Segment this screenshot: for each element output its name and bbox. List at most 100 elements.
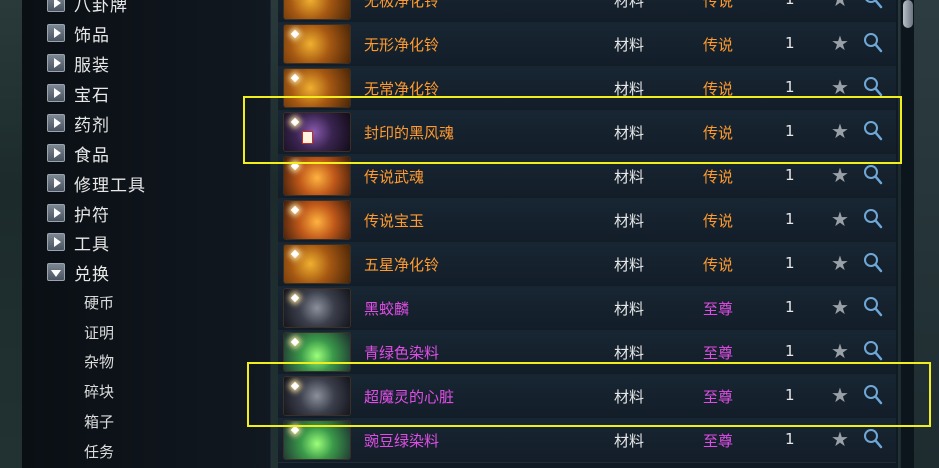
star-icon[interactable]: ★ (831, 427, 849, 451)
item-grade: 传说 (703, 80, 734, 98)
scrollbar-thumb[interactable] (903, 0, 913, 28)
category-label: 药剂 (74, 115, 110, 136)
item-grade: 至尊 (703, 300, 734, 318)
item-row[interactable]: 传说宝玉 材料 传说 1 ★ (278, 198, 896, 243)
collapsed-arrow-icon[interactable] (47, 144, 65, 162)
subcategory-item[interactable]: 箱子 (84, 411, 114, 432)
magnifier-icon[interactable] (863, 428, 883, 450)
magnifier-icon[interactable] (863, 296, 883, 318)
scrollbar[interactable] (900, 0, 915, 468)
magnifier-icon[interactable] (863, 32, 883, 54)
item-thumbnail (283, 376, 351, 416)
item-row[interactable]: 超魔灵的心脏 材料 至尊 1 ★ (278, 374, 896, 419)
subcategory-item[interactable]: 碎块 (84, 381, 114, 402)
item-grade: 传说 (703, 256, 734, 274)
right-edge-background (914, 0, 939, 468)
item-row[interactable]: 无形净化铃 材料 传说 1 ★ (278, 22, 896, 67)
subcategory-item[interactable]: 证明 (84, 322, 114, 343)
category-3[interactable]: 宝石 (47, 80, 110, 106)
category-6[interactable]: 修理工具 (47, 170, 146, 196)
item-grade: 传说 (703, 0, 734, 10)
item-row[interactable]: 传说武魂 材料 传说 1 ★ (278, 154, 896, 199)
collapsed-arrow-icon[interactable] (47, 24, 65, 42)
category-label: 工具 (74, 234, 110, 255)
item-name: 超魔灵的心脏 (364, 388, 455, 406)
item-type: 材料 (614, 124, 645, 142)
star-icon[interactable]: ★ (831, 119, 849, 143)
item-grade: 传说 (703, 168, 734, 186)
sparkle-icon (290, 381, 300, 391)
sparkle-icon (290, 337, 300, 347)
seal-icon (302, 131, 313, 144)
item-thumbnail (283, 244, 351, 284)
item-row[interactable]: 青绿色染料 材料 至尊 1 ★ (278, 330, 896, 375)
category-1[interactable]: 饰品 (47, 20, 110, 46)
item-grade: 至尊 (703, 388, 734, 406)
collapsed-arrow-icon[interactable] (47, 114, 65, 132)
collapsed-arrow-icon[interactable] (47, 204, 65, 222)
category-4[interactable]: 药剂 (47, 110, 110, 136)
category-9[interactable]: 兑换 (47, 259, 110, 285)
category-5[interactable]: 食品 (47, 140, 110, 166)
star-icon[interactable]: ★ (831, 0, 849, 11)
collapsed-arrow-icon[interactable] (47, 233, 65, 251)
category-label: 饰品 (74, 25, 110, 46)
magnifier-icon[interactable] (863, 252, 883, 274)
category-7[interactable]: 护符 (47, 200, 110, 226)
sparkle-icon (290, 29, 300, 39)
magnifier-icon[interactable] (863, 76, 883, 98)
sparkle-icon (290, 293, 300, 303)
item-type: 材料 (614, 80, 645, 98)
collapsed-arrow-icon[interactable] (47, 84, 65, 102)
star-icon[interactable]: ★ (831, 295, 849, 319)
item-row[interactable]: 无极净化铃 材料 传说 1 ★ (278, 0, 896, 23)
category-8[interactable]: 工具 (47, 229, 110, 255)
expanded-arrow-icon[interactable] (47, 263, 65, 281)
subcategory-item[interactable]: 杂物 (84, 351, 114, 372)
subcategory-item[interactable]: 硬币 (84, 292, 114, 313)
item-type: 材料 (614, 344, 645, 362)
star-icon[interactable]: ★ (831, 339, 849, 363)
item-row[interactable]: 黑蛟麟 材料 至尊 1 ★ (278, 286, 896, 331)
star-icon[interactable]: ★ (831, 31, 849, 55)
item-row[interactable]: 封印的黑风魂 材料 传说 1 ★ (278, 110, 896, 155)
subcategory-item[interactable]: 任务 (84, 441, 114, 462)
category-sidebar: 八卦牌饰品服装宝石药剂食品修理工具护符工具兑换硬币证明杂物碎块箱子任务 (22, 0, 271, 468)
star-icon[interactable]: ★ (831, 207, 849, 231)
item-row[interactable]: 豌豆绿染料 材料 至尊 1 ★ (278, 418, 896, 463)
item-quantity: 1 (785, 298, 795, 316)
item-quantity: 1 (785, 386, 795, 404)
magnifier-icon[interactable] (863, 208, 883, 230)
category-label: 宝石 (74, 85, 110, 106)
star-icon[interactable]: ★ (831, 75, 849, 99)
star-icon[interactable]: ★ (831, 163, 849, 187)
item-quantity: 1 (785, 342, 795, 360)
collapsed-arrow-icon[interactable] (47, 174, 65, 192)
item-thumbnail (283, 200, 351, 240)
sparkle-icon (290, 249, 300, 259)
item-row[interactable]: 无常净化铃 材料 传说 1 ★ (278, 66, 896, 111)
collapsed-arrow-icon[interactable] (47, 54, 65, 72)
magnifier-icon[interactable] (863, 384, 883, 406)
item-quantity: 1 (785, 78, 795, 96)
collapsed-arrow-icon[interactable] (47, 0, 65, 12)
star-icon[interactable]: ★ (831, 251, 849, 275)
item-quantity: 1 (785, 122, 795, 140)
item-quantity: 1 (785, 254, 795, 272)
sparkle-icon (290, 205, 300, 215)
category-label: 护符 (74, 205, 110, 226)
item-quantity: 1 (785, 430, 795, 448)
category-2[interactable]: 服装 (47, 50, 110, 76)
item-name: 豌豆绿染料 (364, 432, 440, 450)
magnifier-icon[interactable] (863, 340, 883, 362)
magnifier-icon[interactable] (863, 120, 883, 142)
category-0[interactable]: 八卦牌 (47, 0, 128, 16)
magnifier-icon[interactable] (863, 164, 883, 186)
item-grade: 传说 (703, 36, 734, 54)
item-quantity: 1 (785, 0, 795, 8)
item-row[interactable]: 五星净化铃 材料 传说 1 ★ (278, 242, 896, 287)
item-thumbnail (283, 0, 351, 20)
magnifier-icon[interactable] (863, 0, 883, 10)
item-name: 无常净化铃 (364, 80, 440, 98)
star-icon[interactable]: ★ (831, 383, 849, 407)
